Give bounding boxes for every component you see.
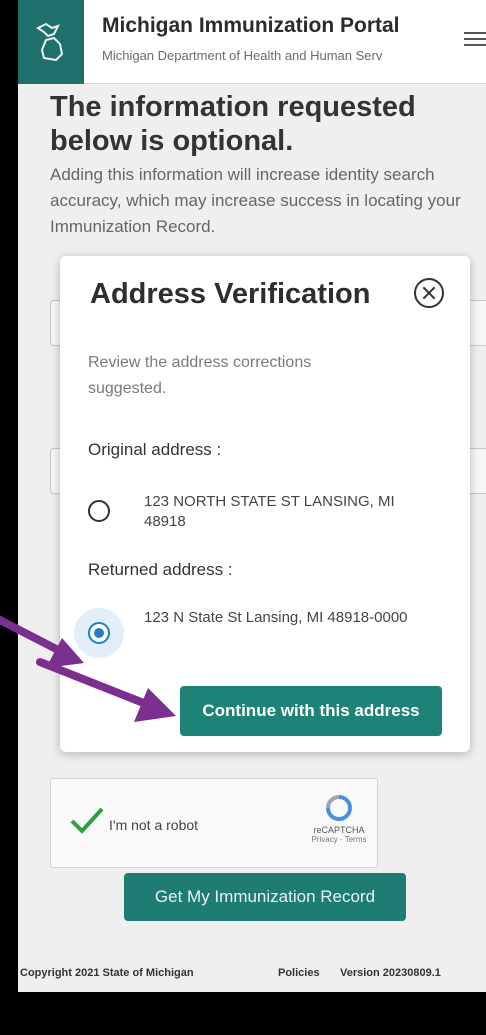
original-address-text: 123 NORTH STATE ST LANSING, MI 48918 [144,493,395,530]
footer-version: Version 20230809.1 [340,967,441,979]
returned-address-label: Returned address : [88,560,233,579]
page-intro: Adding this information will increase id… [50,165,461,236]
checkmark-icon [70,807,104,834]
app-subtitle: Michigan Department of Health and Human … [102,48,383,63]
modal-description: Review the address corrections suggested… [88,354,312,397]
continue-with-address-button[interactable]: Continue with this address [180,686,442,736]
hamburger-menu-icon[interactable] [464,32,486,48]
recaptcha-text: reCAPTCHA [313,825,365,835]
recaptcha-brand: reCAPTCHA Privacy - Terms [307,793,371,844]
footer: Copyright 2021 State of Michigan Policie… [18,955,486,991]
recaptcha-logo-icon [326,795,352,821]
michigan-logo-icon[interactable] [18,0,84,84]
get-immunization-record-button[interactable]: Get My Immunization Record [124,873,406,921]
bottom-bar [0,992,486,1035]
recaptcha-links[interactable]: Privacy - Terms [307,835,371,844]
app-title: Michigan Immunization Portal [102,14,400,37]
returned-address-text: 123 N State St Lansing, MI 48918-0000 [144,609,408,626]
recaptcha-widget[interactable]: I'm not a robot reCAPTCHA Privacy - Term… [50,778,378,868]
footer-copyright: Copyright 2021 State of Michigan [20,967,194,979]
returned-address-radio[interactable] [88,622,110,644]
captcha-label: I'm not a robot [109,817,199,833]
original-address-label: Original address : [88,440,222,459]
footer-policies-link[interactable]: Policies [278,967,320,979]
app-header: Michigan Immunization Portal Michigan De… [18,0,486,84]
close-icon[interactable] [414,278,444,308]
page-heading: The information requested below is optio… [50,91,416,157]
address-verification-modal: Address Verification Review the address … [60,256,470,752]
modal-title: Address Verification [90,278,371,310]
original-address-radio[interactable] [88,500,110,522]
